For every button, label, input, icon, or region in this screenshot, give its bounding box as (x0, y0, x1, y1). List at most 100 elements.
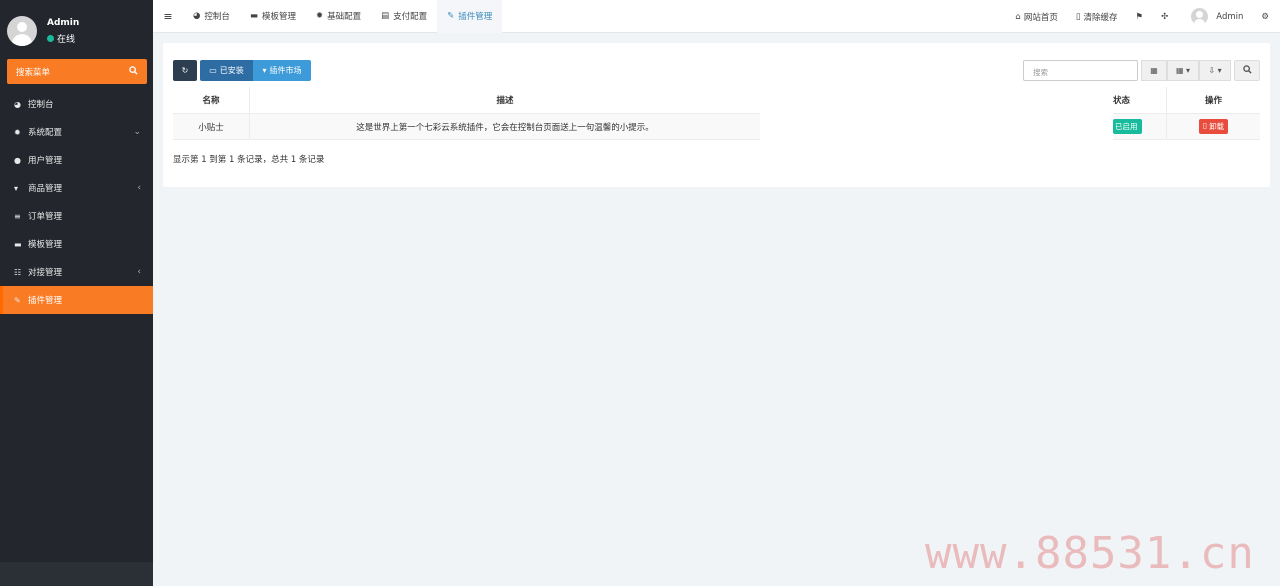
sidebar-nav: ◕ 控制台 ✹ 系统配置 ⌄ ● 用户管理 ▾ 商品管理 ‹ ≡ 订单管理 ▬ … (0, 90, 153, 314)
sidebar-item-label: 商品管理 (28, 184, 63, 194)
table-icon: ▦ (1150, 66, 1158, 75)
search-menu-label: 搜索菜单 (16, 67, 51, 78)
list-icon: ≡ (14, 211, 21, 221)
pagination-info: 显示第 1 到第 1 条记录，总共 1 条记录 (173, 155, 325, 165)
plugin-market-button[interactable]: ▾ 插件市场 (253, 60, 311, 81)
language-icon: ⚑ (1135, 11, 1144, 22)
home-link[interactable]: ⌂ 网站首页 (1006, 0, 1066, 33)
table-search-input[interactable]: 搜索 (1023, 60, 1138, 81)
sidebar-item-users[interactable]: ● 用户管理 (0, 146, 153, 174)
plugin-icon: ✎ (447, 11, 455, 21)
sidebar-item-plugins[interactable]: ✎ 插件管理 (0, 286, 153, 314)
sidebar-item-dashboard[interactable]: ◕ 控制台 (0, 90, 153, 118)
user-avatar[interactable] (7, 16, 37, 46)
header-status[interactable]: 状态 (1113, 87, 1167, 114)
cell-name: 小贴士 (173, 114, 250, 140)
uninstall-label: 卸载 (1209, 122, 1225, 131)
header-op: 操作 (1167, 87, 1260, 114)
content-panel: ↻ ▭ 已安装 ▾ 插件市场 搜索 ▦ ▦ ▾ ⇩ ▾ 名称 描述 状态 操作 … (163, 43, 1270, 187)
tab-plugins[interactable]: ✎ 插件管理 (437, 0, 503, 33)
tab-basic-config[interactable]: ✹ 基础配置 (306, 0, 371, 33)
payment-icon: ▤ (381, 11, 390, 21)
topbar-right: ⌂ 网站首页 ▯ 清除缓存 ⚑ ✣ Admin ⚙ (1006, 0, 1280, 33)
fullscreen-button[interactable]: ✣ (1152, 0, 1177, 33)
tab-label: 模板管理 (261, 12, 296, 22)
settings-button[interactable]: ⚙ (1252, 0, 1280, 33)
grid-icon: ▦ ▾ (1175, 66, 1191, 75)
table-row: 小贴士 这是世界上第一个七彩云系统插件，它会在控制台页面送上一句温馨的小提示。 … (173, 114, 1260, 140)
table-header-row: 名称 描述 状态 操作 (173, 87, 1260, 114)
tab-label: 控制台 (204, 12, 230, 22)
fullscreen-icon: ✣ (1161, 11, 1169, 22)
sidebar-item-label: 用户管理 (28, 156, 63, 166)
sidebar-item-label: 订单管理 (28, 212, 63, 222)
chevron-left-icon: ‹ (137, 183, 141, 193)
online-dot-icon (47, 35, 54, 42)
tab-dashboard[interactable]: ◕ 控制台 (183, 0, 240, 33)
search-menu-button[interactable]: 搜索菜单 (7, 59, 147, 84)
export-button[interactable]: ⇩ ▾ (1199, 60, 1231, 81)
installed-button[interactable]: ▭ 已安装 (200, 60, 253, 81)
cell-desc: 这是世界上第一个七彩云系统插件，它会在控制台页面送上一句温馨的小提示。 (250, 114, 760, 140)
tab-label: 插件管理 (458, 12, 493, 22)
cart-icon: ▾ (14, 183, 19, 193)
sidebar-item-products[interactable]: ▾ 商品管理 ‹ (0, 174, 153, 202)
clear-cache-button[interactable]: ▯ 清除缓存 (1067, 0, 1127, 33)
plugin-icon: ✎ (14, 295, 21, 305)
header-name[interactable]: 名称 (173, 87, 250, 114)
sidebar-footer (0, 562, 153, 586)
home-label: 网站首页 (1023, 12, 1058, 23)
search-toggle-button[interactable] (1234, 60, 1260, 81)
sliders-icon: ☷ (14, 267, 22, 277)
avatar (1191, 8, 1209, 25)
hamburger-menu-icon[interactable]: ≡ (153, 10, 183, 23)
uninstall-button[interactable]: ▯ 卸载 (1198, 119, 1229, 134)
tab-label: 支付配置 (393, 12, 428, 22)
template-icon: ▬ (14, 239, 22, 249)
user-menu[interactable]: Admin (1177, 0, 1252, 33)
tab-templates[interactable]: ▬ 模板管理 (240, 0, 306, 33)
sidebar-item-orders[interactable]: ≡ 订单管理 (0, 202, 153, 230)
sidebar-item-docking[interactable]: ☷ 对接管理 ‹ (0, 258, 153, 286)
refresh-button[interactable]: ↻ (173, 60, 197, 81)
cell-op: ▯ 卸载 (1167, 114, 1260, 140)
tab-label: 基础配置 (327, 12, 362, 22)
grid-view-button[interactable]: ▦ ▾ (1167, 60, 1199, 81)
refresh-icon: ↻ (181, 66, 189, 75)
sidebar: Admin 在线 搜索菜单 ◕ 控制台 ✹ 系统配置 ⌄ ● 用户管理 ▾ 商品… (0, 0, 153, 586)
clear-cache-label: 清除缓存 (1083, 12, 1118, 23)
sidebar-item-system-config[interactable]: ✹ 系统配置 ⌄ (0, 118, 153, 146)
installed-label: 已安装 (219, 66, 244, 75)
chevron-down-icon: ⌄ (133, 127, 141, 137)
sidebar-item-label: 系统配置 (28, 128, 63, 138)
home-icon: ⌂ (1015, 11, 1021, 22)
gear-icon: ✹ (14, 127, 21, 137)
search-icon (129, 65, 138, 78)
sidebar-item-label: 控制台 (28, 100, 54, 110)
dashboard-icon: ◕ (193, 11, 201, 21)
chevron-left-icon: ‹ (137, 267, 141, 277)
language-button[interactable]: ⚑ (1127, 0, 1153, 33)
user-status-label: 在线 (57, 35, 76, 45)
laptop-icon: ▭ (209, 66, 217, 75)
user-panel: Admin 在线 (0, 0, 153, 58)
user-menu-label: Admin (1216, 11, 1244, 22)
tab-payment-config[interactable]: ▤ 支付配置 (371, 0, 437, 33)
gear-icon: ✹ (315, 11, 324, 21)
columns-toggle-button[interactable]: ▦ (1141, 60, 1167, 81)
sidebar-item-templates[interactable]: ▬ 模板管理 (0, 230, 153, 258)
status-badge[interactable]: 已启用 (1113, 119, 1142, 134)
trash-icon: ▯ (1202, 121, 1208, 130)
watermark: www.88531.cn (925, 528, 1255, 579)
user-name: Admin (47, 18, 80, 28)
header-desc[interactable]: 描述 (250, 87, 760, 114)
export-icon: ⇩ ▾ (1208, 66, 1222, 75)
cart-icon: ▾ (262, 66, 267, 75)
trash-icon: ▯ (1075, 11, 1081, 22)
sidebar-item-label: 对接管理 (28, 268, 63, 278)
search-icon (1242, 65, 1252, 76)
cell-status: 已启用 (1113, 114, 1167, 140)
user-status: 在线 (47, 32, 75, 45)
sidebar-item-label: 插件管理 (28, 296, 63, 306)
gears-icon: ⚙ (1261, 11, 1269, 22)
